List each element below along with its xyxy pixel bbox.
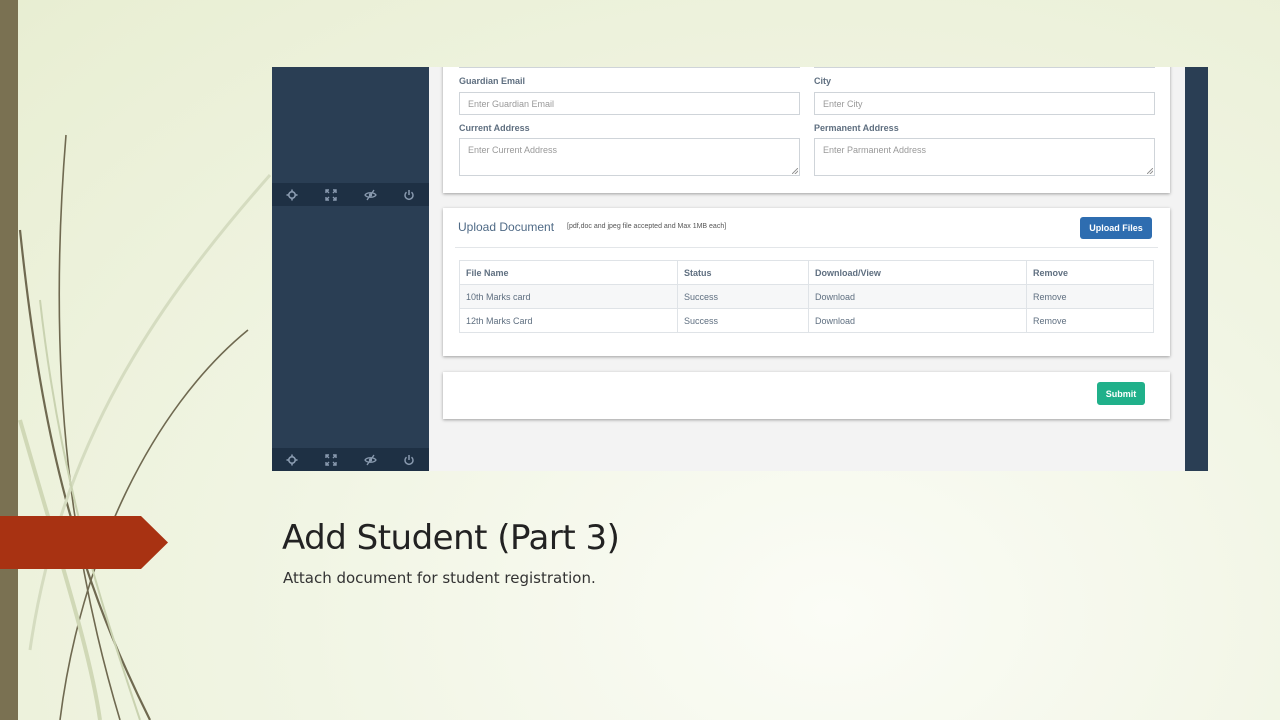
column-header-status: Status bbox=[677, 260, 809, 285]
current-address-label: Current Address bbox=[459, 123, 530, 133]
fullscreen-icon[interactable] bbox=[311, 183, 350, 206]
upload-title: Upload Document bbox=[458, 220, 555, 234]
current-address-field[interactable]: Enter Current Address bbox=[459, 138, 800, 176]
upload-files-button[interactable]: Upload Files bbox=[1080, 217, 1152, 239]
table-row: 10th Marks card Success Download Remove bbox=[459, 284, 1154, 309]
slide-subtitle: Attach document for student registration… bbox=[283, 569, 596, 587]
download-link[interactable]: Download bbox=[808, 284, 1027, 309]
remove-link[interactable]: Remove bbox=[1026, 308, 1154, 333]
app-screenshot: Guardian Email Enter Guardian Email City… bbox=[272, 67, 1208, 471]
guardian-email-label: Guardian Email bbox=[459, 76, 526, 86]
column-header-download: Download/View bbox=[808, 260, 1027, 285]
status-cell: Success bbox=[677, 284, 809, 309]
file-name-cell: 12th Marks Card bbox=[459, 308, 678, 333]
table-header-row: File Name Status Download/View Remove bbox=[459, 260, 1154, 285]
upload-note: [pdf,doc and jpeg file accepted and Max … bbox=[567, 223, 727, 230]
sidebar-toolbar-top bbox=[272, 183, 429, 206]
upload-divider bbox=[455, 247, 1158, 248]
power-icon[interactable] bbox=[390, 448, 429, 471]
gear-icon[interactable] bbox=[272, 448, 311, 471]
power-icon[interactable] bbox=[390, 183, 429, 206]
permanent-address-placeholder: Enter Parmanent Address bbox=[823, 145, 927, 155]
download-link[interactable]: Download bbox=[808, 308, 1027, 333]
contact-form-panel: Guardian Email Enter Guardian Email City… bbox=[443, 67, 1170, 193]
table-row: 12th Marks Card Success Download Remove bbox=[459, 308, 1154, 333]
slide-arrow-marker bbox=[0, 516, 168, 569]
decorative-grass-lines bbox=[18, 134, 272, 720]
city-label: City bbox=[814, 76, 832, 86]
column-header-file-name: File Name bbox=[459, 260, 678, 285]
city-field[interactable]: Enter City bbox=[814, 92, 1155, 115]
right-edge-strip bbox=[1185, 67, 1208, 471]
file-name-cell: 10th Marks card bbox=[459, 284, 678, 309]
city-placeholder: Enter City bbox=[823, 98, 863, 109]
remove-link[interactable]: Remove bbox=[1026, 284, 1154, 309]
resize-grip-icon[interactable] bbox=[1147, 168, 1153, 174]
sidebar-toolbar-bottom bbox=[272, 448, 429, 471]
upload-document-panel: Upload Document [pdf,doc and jpeg file a… bbox=[443, 208, 1170, 356]
submit-panel: Submit bbox=[443, 372, 1170, 419]
slide-title: Add Student (Part 3) bbox=[282, 518, 620, 558]
prev-field-left[interactable] bbox=[459, 67, 800, 68]
column-header-remove: Remove bbox=[1026, 260, 1154, 285]
resize-grip-icon[interactable] bbox=[792, 168, 798, 174]
submit-button[interactable]: Submit bbox=[1097, 382, 1145, 405]
status-cell: Success bbox=[677, 308, 809, 333]
guardian-email-placeholder: Enter Guardian Email bbox=[468, 98, 555, 109]
current-address-placeholder: Enter Current Address bbox=[468, 145, 558, 155]
gear-icon[interactable] bbox=[272, 183, 311, 206]
sidebar bbox=[272, 67, 429, 471]
documents-table: File Name Status Download/View Remove 10… bbox=[459, 260, 1154, 333]
permanent-address-label: Permanent Address bbox=[814, 123, 899, 133]
eye-off-icon[interactable] bbox=[351, 448, 390, 471]
guardian-email-field[interactable]: Enter Guardian Email bbox=[459, 92, 800, 115]
eye-off-icon[interactable] bbox=[351, 183, 390, 206]
slide-left-bar bbox=[0, 0, 18, 720]
prev-field-right[interactable] bbox=[814, 67, 1155, 68]
fullscreen-icon[interactable] bbox=[311, 448, 350, 471]
permanent-address-field[interactable]: Enter Parmanent Address bbox=[814, 138, 1155, 176]
